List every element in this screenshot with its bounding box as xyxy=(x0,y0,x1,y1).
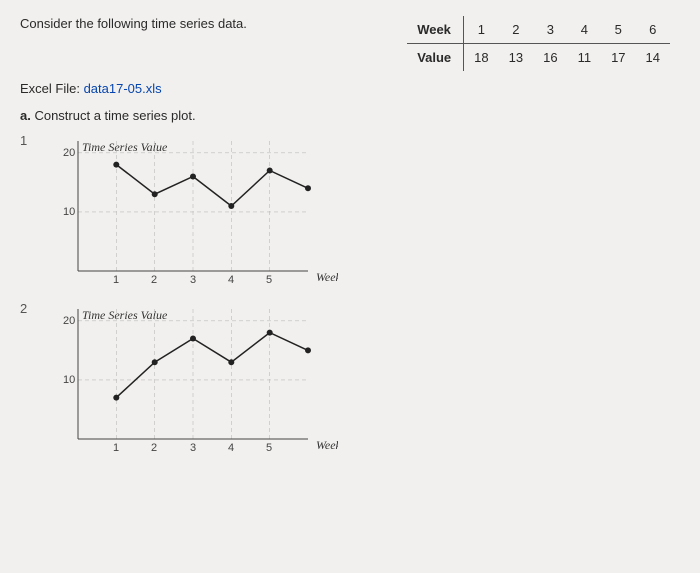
x-tick: 4 xyxy=(228,274,234,286)
question-text: Construct a time series plot. xyxy=(31,108,196,123)
y-axis-title: Time Series Value xyxy=(82,140,168,154)
y-axis-title: Time Series Value xyxy=(82,308,168,322)
x-tick: 2 xyxy=(151,274,157,286)
value-cell: 17 xyxy=(601,44,635,72)
row-label-value: Value xyxy=(407,44,463,72)
file-prefix: Excel File: xyxy=(20,81,84,96)
week-cell: 1 xyxy=(464,16,499,44)
y-tick: 10 xyxy=(63,374,75,386)
value-cell: 16 xyxy=(533,44,567,72)
question-prefix: a. xyxy=(20,108,31,123)
y-tick: 20 xyxy=(63,315,75,327)
value-cell: 13 xyxy=(499,44,533,72)
x-tick: 3 xyxy=(190,274,196,286)
question-a: a. Construct a time series plot. xyxy=(20,108,680,123)
value-cell: 14 xyxy=(636,44,670,72)
x-tick: 1 xyxy=(113,274,119,286)
week-cell: 4 xyxy=(568,16,602,44)
row-label-week: Week xyxy=(407,16,463,44)
y-tick: 10 xyxy=(63,206,75,218)
value-cell: 11 xyxy=(568,44,602,72)
x-tick: 5 xyxy=(266,274,272,286)
series-line xyxy=(116,165,308,206)
chart-option-1[interactable]: Time Series Value 10 20 1 2 3 4 5 Week xyxy=(38,131,338,291)
table-row: Value 18 13 16 11 17 14 xyxy=(407,44,670,72)
x-tick: 1 xyxy=(113,442,119,454)
x-axis-title: Week xyxy=(316,438,338,452)
x-tick: 5 xyxy=(266,442,272,454)
x-tick: 3 xyxy=(190,442,196,454)
x-axis-title: Week xyxy=(316,270,338,284)
x-tick: 4 xyxy=(228,442,234,454)
y-tick: 20 xyxy=(63,147,75,159)
file-link[interactable]: data17-05.xls xyxy=(84,81,162,96)
table-row: Week 1 2 3 4 5 6 xyxy=(407,16,670,44)
week-cell: 6 xyxy=(636,16,670,44)
chart-option-index: 2 xyxy=(20,299,38,316)
chart-option-index: 1 xyxy=(20,131,38,148)
excel-file-line: Excel File: data17-05.xls xyxy=(20,81,680,96)
data-table: Week 1 2 3 4 5 6 Value 18 13 16 11 17 14 xyxy=(407,16,670,71)
week-cell: 3 xyxy=(533,16,567,44)
x-tick: 2 xyxy=(151,442,157,454)
chart-option-2[interactable]: Time Series Value 10 20 1 2 3 4 5 Week xyxy=(38,299,338,459)
value-cell: 18 xyxy=(464,44,499,72)
week-cell: 5 xyxy=(601,16,635,44)
series-line xyxy=(116,333,308,398)
prompt-text: Consider the following time series data. xyxy=(20,16,407,31)
week-cell: 2 xyxy=(499,16,533,44)
